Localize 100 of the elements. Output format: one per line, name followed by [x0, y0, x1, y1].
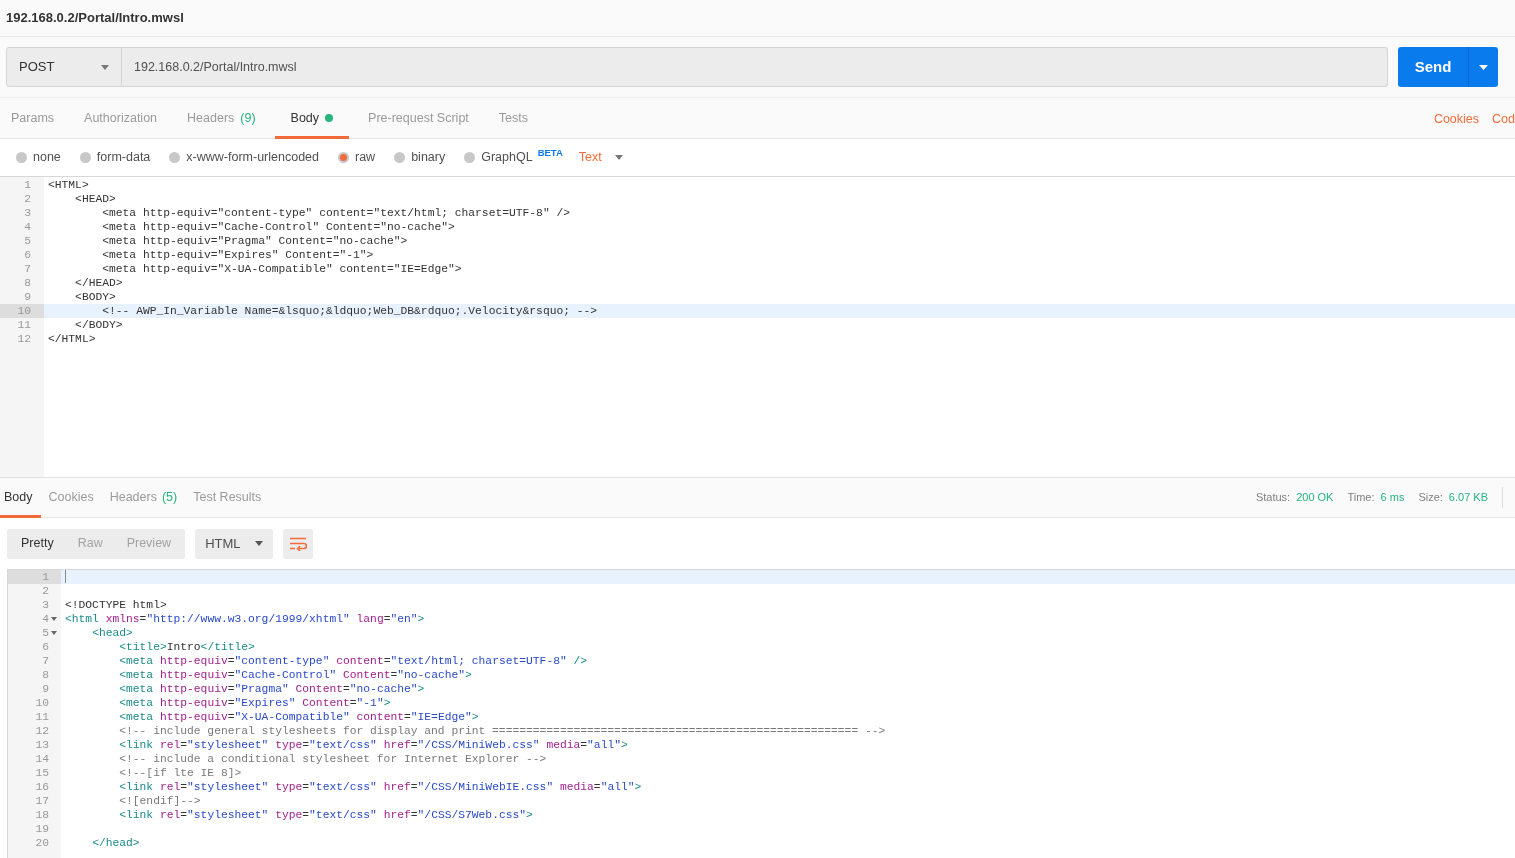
- line-number: 11: [35, 710, 49, 724]
- status-label: Time:: [1347, 490, 1375, 506]
- line-number: 19: [35, 822, 49, 836]
- line-number: 16: [35, 780, 49, 794]
- code-line: <html xmlns="http://www.w3.org/1999/xhtml" lang="en">: [65, 613, 425, 625]
- line-number: 6: [23, 248, 32, 262]
- code-line: <meta http-equiv="Cache-Control" Content="no-cache">: [118, 669, 472, 681]
- method-dropdown[interactable]: POST: [6, 47, 122, 87]
- radio-option[interactable]: GraphQL BETA: [464, 146, 563, 169]
- line-number: 8: [23, 276, 32, 290]
- line-number: 12: [35, 724, 49, 738]
- status-value: 200 OK: [1296, 490, 1334, 506]
- text-cursor: [65, 570, 66, 583]
- request-tab[interactable]: Params: [0, 98, 70, 138]
- wrap-icon: [289, 536, 307, 551]
- radio-button[interactable]: [394, 152, 406, 163]
- fold-arrow-icon[interactable]: [50, 617, 57, 621]
- code-line: <!-- include a conditional stylesheet for Internet Explorer -->: [118, 753, 547, 765]
- response-tab[interactable]: Headers (5): [101, 478, 186, 517]
- line-number: 9: [42, 682, 49, 696]
- format-dropdown[interactable]: HTML: [195, 528, 274, 559]
- code-line: <meta http-equiv="Pragma" Content="no-cache">: [118, 683, 425, 695]
- code-line: <HTML>: [48, 179, 89, 191]
- radio-button[interactable]: [464, 152, 476, 163]
- radio-option[interactable]: raw: [338, 148, 376, 167]
- radio-button[interactable]: [338, 152, 349, 163]
- code-line: </head>: [91, 837, 140, 849]
- radio-option[interactable]: none: [16, 148, 61, 167]
- line-number: 14: [35, 752, 49, 766]
- line-number: 8: [42, 668, 49, 682]
- code-line: <!--[if lte IE 8]>: [118, 767, 242, 779]
- caret-icon: [1479, 64, 1488, 70]
- window-title: 192.168.0.2/Portal/Intro.mwsl: [6, 9, 184, 28]
- view-tab[interactable]: Preview: [114, 528, 184, 559]
- line-number: 10: [0, 304, 44, 318]
- code-line: <meta http-equiv="X-UA-Compatible" content="IE=Edge">: [101, 263, 462, 275]
- line-number: 11: [16, 318, 32, 332]
- line-number: 17: [35, 794, 49, 808]
- radio-button[interactable]: [169, 152, 181, 163]
- request-tab[interactable]: Tests: [483, 98, 543, 138]
- line-number: 20: [35, 836, 49, 850]
- code-line: <meta http-equiv="Expires" Content="-1">: [118, 697, 391, 709]
- status-label: Size:: [1418, 490, 1443, 506]
- line-number: 2: [23, 192, 32, 206]
- link[interactable]: Cookies: [1433, 109, 1480, 129]
- code-line: <link rel="stylesheet" type="text/css" href="/CSS/MiniWebIE.css" media="all">: [118, 781, 642, 793]
- line-number: 13: [35, 738, 49, 752]
- line-number: 6: [42, 640, 49, 654]
- radio-option[interactable]: form-data: [79, 148, 151, 167]
- response-tab[interactable]: Body: [0, 478, 41, 517]
- code-line: <meta http-equiv="X-UA-Compatible" content="IE=Edge">: [118, 711, 479, 723]
- line-number: 5: [23, 234, 32, 248]
- beta-label: BETA: [537, 146, 563, 158]
- radio-button[interactable]: [79, 152, 91, 163]
- caret-icon: [101, 64, 109, 70]
- radio-button[interactable]: [16, 152, 27, 163]
- line-number: 18: [35, 808, 49, 822]
- code-line: <meta http-equiv="content-type" content="text/html; charset=UTF-8" />: [101, 207, 570, 219]
- request-tab[interactable]: Pre-request Script: [353, 98, 484, 138]
- line-number: 3: [42, 598, 49, 612]
- code-line: <link rel="stylesheet" type="text/css" href="/CSS/MiniWeb.css" media="all">: [118, 739, 628, 751]
- view-tab[interactable]: Raw: [65, 528, 115, 559]
- response-tab[interactable]: Test Results: [185, 478, 270, 517]
- line-number: 5: [42, 626, 49, 640]
- url-field[interactable]: 192.168.0.2/Portal/Intro.mwsl: [122, 47, 1388, 87]
- code-line: <meta http-equiv="Cache-Control" Content="no-cache">: [101, 221, 455, 233]
- line-number: 3: [23, 206, 32, 220]
- response-tab[interactable]: Cookies: [40, 478, 102, 517]
- code-line: <head>: [91, 627, 133, 639]
- line-number: 1: [23, 178, 32, 192]
- line-number: 7: [42, 654, 49, 668]
- line-number: 15: [35, 766, 49, 780]
- fold-arrow-icon[interactable]: [50, 631, 57, 635]
- radio-option[interactable]: binary: [394, 148, 446, 167]
- send-button[interactable]: Send: [1398, 47, 1468, 87]
- code-line: <link rel="stylesheet" type="text/css" href="/CSS/S7Web.css">: [118, 809, 533, 821]
- code-line: <![endif]-->: [118, 795, 201, 807]
- link[interactable]: Cod: [1492, 109, 1515, 129]
- code-line: <meta http-equiv="content-type" content="text/html; charset=UTF-8" />: [118, 655, 588, 667]
- code-line: </HEAD>: [74, 277, 123, 289]
- line-number: 9: [23, 290, 32, 304]
- view-tab[interactable]: Pretty: [9, 528, 66, 559]
- line-number: 1: [42, 570, 49, 584]
- line-number: 7: [23, 262, 32, 276]
- code-line: <!DOCTYPE html>: [65, 599, 167, 611]
- code-line: <meta http-equiv="Expires" Content="-1">: [101, 249, 374, 261]
- code-line: <meta http-equiv="Pragma" Content="no-cache">: [101, 235, 408, 247]
- request-tab[interactable]: Body: [274, 98, 350, 138]
- line-number: 4: [42, 612, 49, 626]
- status-label: Status:: [1255, 490, 1291, 506]
- code-line: <HEAD>: [74, 193, 116, 205]
- code-line: <title>Intro</title>: [118, 641, 255, 653]
- request-tab[interactable]: Headers (9): [172, 98, 271, 138]
- line-number: 10: [35, 696, 49, 710]
- code-line: </BODY>: [74, 319, 123, 331]
- send-options-button[interactable]: [1468, 47, 1498, 87]
- format-dropdown[interactable]: Text: [578, 148, 623, 167]
- wrap-lines-button[interactable]: [283, 528, 314, 559]
- request-tab[interactable]: Authorization: [69, 98, 173, 138]
- radio-option[interactable]: x-www-form-urlencoded: [169, 148, 319, 167]
